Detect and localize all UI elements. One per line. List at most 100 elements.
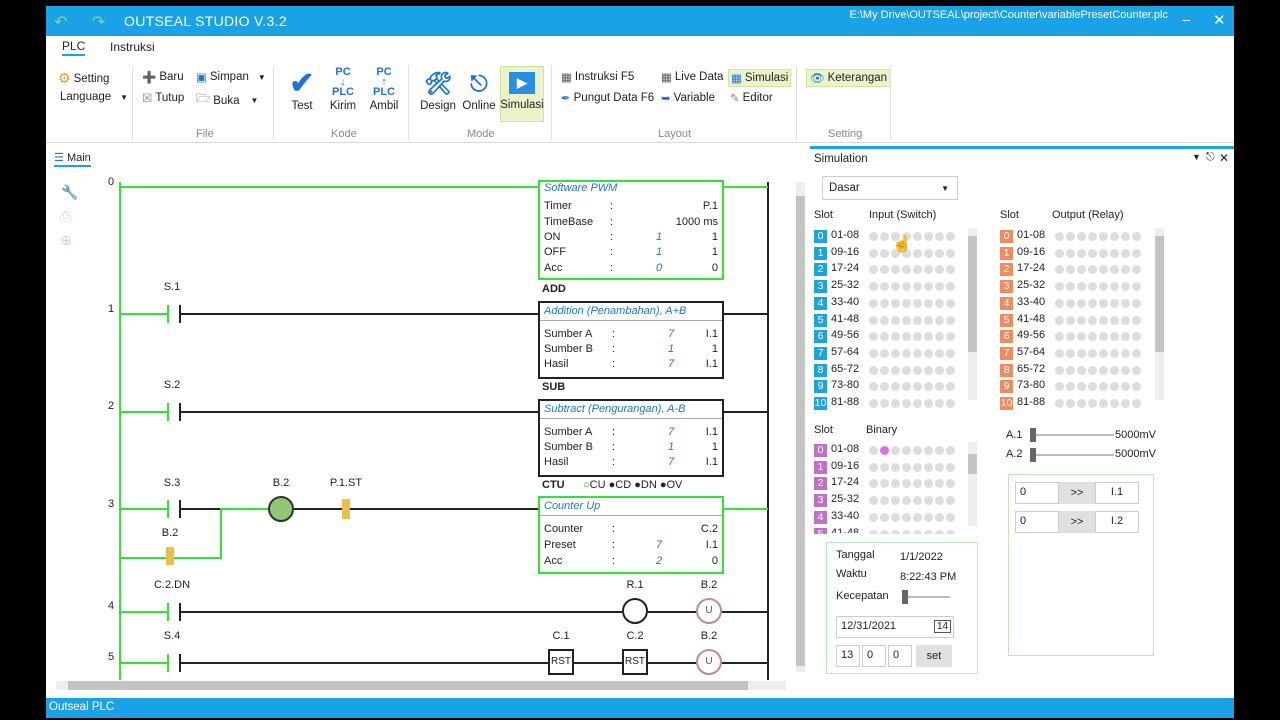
switch-dot[interactable]	[1121, 248, 1130, 258]
switch-dot[interactable]	[880, 512, 889, 522]
sub-block[interactable]: Subtract (Pengurangan), A-B Sumber A:7 I.…	[538, 399, 724, 477]
switch-dot[interactable]	[880, 298, 889, 308]
contact-s4[interactable]	[167, 654, 181, 672]
switch-dot[interactable]	[1110, 282, 1119, 292]
tab-main[interactable]: ☰ Main	[54, 151, 91, 167]
switch-dot[interactable]	[924, 332, 933, 342]
switch-dot[interactable]	[1066, 248, 1075, 258]
switch-dot[interactable]	[1099, 282, 1108, 292]
switch-dot[interactable]	[880, 479, 889, 489]
pwm-block[interactable]: Software PWM Timer: P.1 TimeBase:1000 ms …	[538, 180, 724, 280]
switch-dot[interactable]	[1088, 332, 1097, 342]
switch-dot[interactable]	[880, 365, 889, 375]
switch-row[interactable]	[1055, 265, 1141, 275]
switch-dot[interactable]	[935, 265, 944, 275]
undo-icon[interactable]: ↶	[54, 12, 67, 32]
switch-dot[interactable]	[891, 265, 900, 275]
contact-s2[interactable]	[167, 403, 181, 421]
baru-button[interactable]: ➕ Baru	[142, 70, 184, 84]
wrench-icon[interactable]: 🔧	[61, 184, 78, 201]
switch-dot[interactable]	[924, 298, 933, 308]
switch-dot[interactable]	[880, 265, 889, 275]
switch-dot[interactable]	[1110, 348, 1119, 358]
live-data-button[interactable]: ▦ Live Data	[661, 70, 723, 84]
switch-dot[interactable]	[1132, 265, 1141, 275]
switch-dot[interactable]	[1077, 265, 1086, 275]
switch-dot[interactable]	[935, 315, 944, 325]
switch-dot[interactable]	[924, 382, 933, 392]
switch-dot[interactable]	[913, 298, 922, 308]
switch-dot[interactable]	[1077, 232, 1086, 241]
switch-dot[interactable]	[924, 365, 933, 375]
switch-dot[interactable]	[1055, 232, 1064, 241]
switch-dot[interactable]	[902, 399, 911, 408]
switch-row[interactable]	[869, 232, 955, 242]
switch-dot[interactable]	[891, 315, 900, 325]
switch-dot[interactable]	[1110, 365, 1119, 375]
switch-row[interactable]	[1055, 248, 1141, 259]
switch-row[interactable]	[1055, 348, 1141, 359]
switch-dot[interactable]	[1088, 382, 1097, 392]
set-time-button[interactable]: set	[916, 645, 952, 667]
switch-dot[interactable]	[869, 462, 878, 472]
switch-dot[interactable]	[902, 265, 911, 275]
switch-dot[interactable]	[946, 462, 955, 472]
switch-dot[interactable]	[1110, 399, 1119, 408]
switch-dot[interactable]	[935, 365, 944, 375]
switch-row[interactable]	[869, 365, 955, 376]
switch-dot[interactable]	[1121, 365, 1130, 375]
switch-dot[interactable]	[1077, 248, 1086, 258]
switch-dot[interactable]	[913, 315, 922, 325]
switch-dot[interactable]	[1132, 399, 1141, 408]
switch-dot[interactable]	[935, 248, 944, 258]
switch-row[interactable]	[869, 462, 955, 473]
keterangan-button[interactable]: 👁 Keterangan	[806, 69, 892, 87]
switch-row[interactable]	[1055, 365, 1141, 376]
switch-dot[interactable]	[1132, 315, 1141, 325]
close-icon[interactable]: ✕	[1213, 11, 1226, 29]
switch-dot[interactable]	[946, 315, 955, 325]
switch-dot[interactable]	[902, 282, 911, 292]
switch-dot[interactable]	[924, 348, 933, 358]
ctu-block[interactable]: Counter Up Counter: C.2 Preset:7 I.1 Acc:2…	[538, 496, 724, 574]
switch-row[interactable]	[869, 298, 955, 309]
switch-dot[interactable]	[880, 248, 889, 258]
switch-dot[interactable]	[891, 399, 900, 408]
switch-dot[interactable]	[1132, 282, 1141, 292]
instruksi-f5-button[interactable]: ▦ Instruksi F5	[561, 70, 634, 84]
switch-dot[interactable]	[1066, 382, 1075, 392]
switch-dot[interactable]	[1077, 382, 1086, 392]
contact-p1st[interactable]	[342, 499, 350, 519]
speed-slider[interactable]	[902, 590, 950, 604]
switch-row[interactable]	[869, 282, 955, 292]
switch-dot[interactable]	[880, 529, 889, 534]
switch-dot[interactable]	[902, 479, 911, 489]
switch-dot[interactable]	[1099, 332, 1108, 342]
switch-dot[interactable]	[1055, 315, 1064, 325]
switch-dot[interactable]	[869, 248, 878, 258]
setting-button[interactable]: ⚙ Setting	[58, 70, 109, 87]
switch-dot[interactable]	[1110, 265, 1119, 275]
switch-dot[interactable]	[902, 529, 911, 534]
switch-dot[interactable]	[869, 529, 878, 534]
switch-dot[interactable]	[913, 348, 922, 358]
switch-dot[interactable]	[1055, 382, 1064, 392]
switch-dot[interactable]	[1132, 332, 1141, 342]
switch-dot[interactable]	[1121, 315, 1130, 325]
switch-dot[interactable]	[891, 282, 900, 292]
switch-dot[interactable]	[1110, 332, 1119, 342]
simulasi-layout-button[interactable]: ▦ Simulasi	[728, 69, 792, 87]
switch-dot[interactable]	[1099, 365, 1108, 375]
switch-dot[interactable]	[891, 512, 900, 522]
editor-button[interactable]: ✎ Editor	[730, 91, 773, 105]
switch-dot[interactable]	[924, 479, 933, 489]
output-scrollbar[interactable]	[1155, 228, 1164, 400]
switch-dot[interactable]	[880, 399, 889, 408]
switch-dot[interactable]	[913, 365, 922, 375]
switch-dot[interactable]	[913, 399, 922, 408]
ladder-horizontal-scrollbar[interactable]	[56, 681, 786, 690]
variable-button[interactable]: ➥ Variable	[661, 91, 715, 105]
switch-dot[interactable]	[1110, 298, 1119, 308]
switch-dot[interactable]	[924, 265, 933, 275]
switch-dot[interactable]	[935, 332, 944, 342]
